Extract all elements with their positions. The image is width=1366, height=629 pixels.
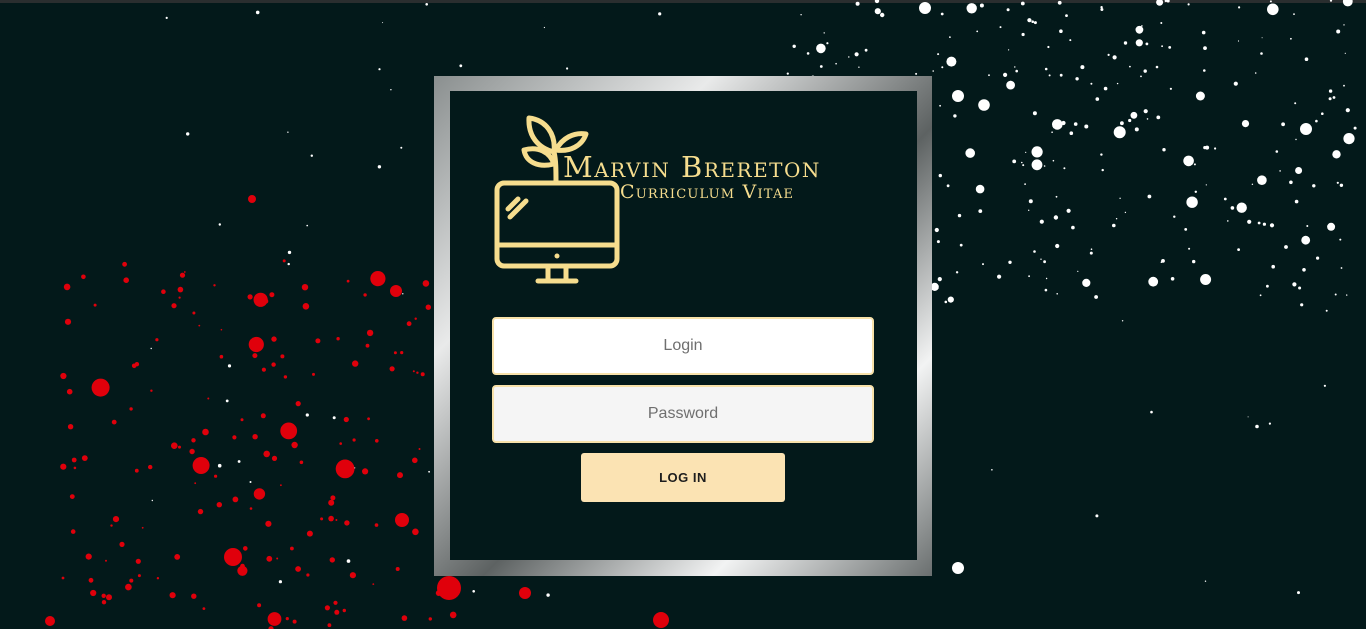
password-input[interactable] [492, 385, 874, 443]
log-in-button[interactable]: LOG IN [581, 453, 785, 502]
login-input[interactable] [492, 317, 874, 375]
brand-name: Marvin Brereton [563, 150, 821, 184]
brand-subtitle: Curriculum Vitae [620, 181, 795, 203]
